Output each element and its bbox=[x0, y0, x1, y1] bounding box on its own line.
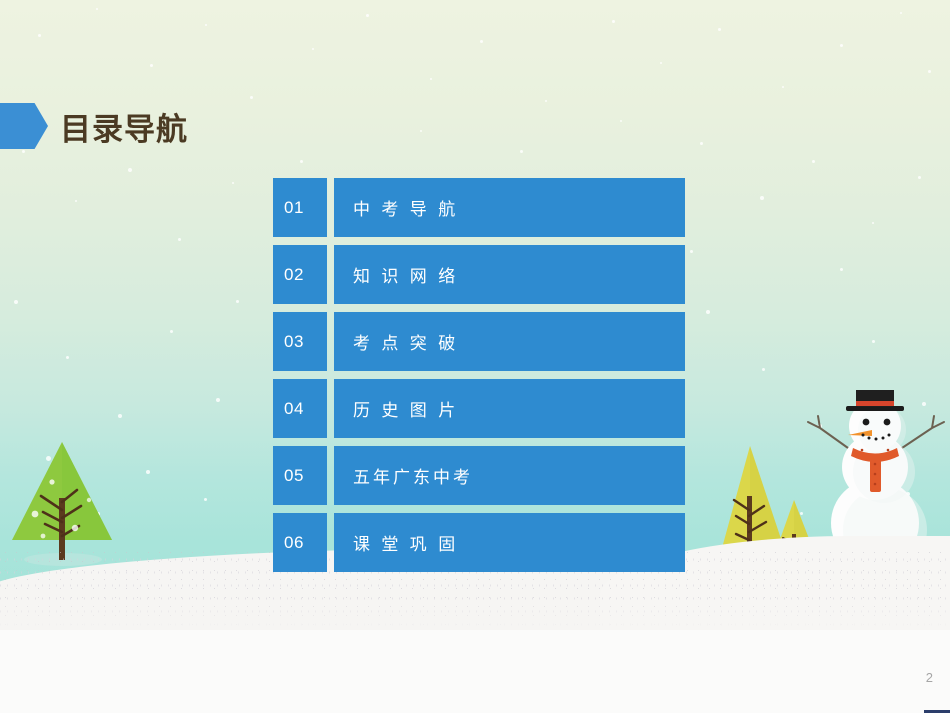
pine-tree-left bbox=[5, 440, 115, 565]
menu-item-label[interactable]: 考 点 突 破 bbox=[334, 312, 685, 371]
menu-item-number: 04 bbox=[273, 379, 327, 438]
arrow-marker-icon bbox=[0, 103, 48, 149]
menu-item-label[interactable]: 历 史 图 片 bbox=[334, 379, 685, 438]
menu-item-label[interactable]: 五年广东中考 bbox=[334, 446, 685, 505]
slide-canvas: 目录导航 01 中 考 导 航 02 知 识 网 络 03 考 点 突 破 04… bbox=[0, 0, 950, 713]
menu-item-number: 03 bbox=[273, 312, 327, 371]
menu-item-number: 01 bbox=[273, 178, 327, 237]
menu-item-label[interactable]: 课 堂 巩 固 bbox=[334, 513, 685, 572]
menu-item-label[interactable]: 中 考 导 航 bbox=[334, 178, 685, 237]
menu-item-number: 06 bbox=[273, 513, 327, 572]
menu-item-number: 02 bbox=[273, 245, 327, 304]
menu-item-03[interactable]: 03 考 点 突 破 bbox=[273, 312, 685, 371]
page-title: 目录导航 bbox=[60, 111, 188, 148]
menu-item-06[interactable]: 06 课 堂 巩 固 bbox=[273, 513, 685, 572]
menu-item-04[interactable]: 04 历 史 图 片 bbox=[273, 379, 685, 438]
menu-item-05[interactable]: 05 五年广东中考 bbox=[273, 446, 685, 505]
slide-bottom-white-band bbox=[0, 630, 950, 713]
contents-menu: 01 中 考 导 航 02 知 识 网 络 03 考 点 突 破 04 历 史 … bbox=[273, 178, 685, 580]
menu-item-number: 05 bbox=[273, 446, 327, 505]
menu-item-01[interactable]: 01 中 考 导 航 bbox=[273, 178, 685, 237]
menu-item-02[interactable]: 02 知 识 网 络 bbox=[273, 245, 685, 304]
menu-item-label[interactable]: 知 识 网 络 bbox=[334, 245, 685, 304]
page-number: 2 bbox=[925, 670, 933, 685]
page-heading: 目录导航 bbox=[0, 103, 188, 149]
pine-tree-left-icon bbox=[12, 442, 112, 560]
